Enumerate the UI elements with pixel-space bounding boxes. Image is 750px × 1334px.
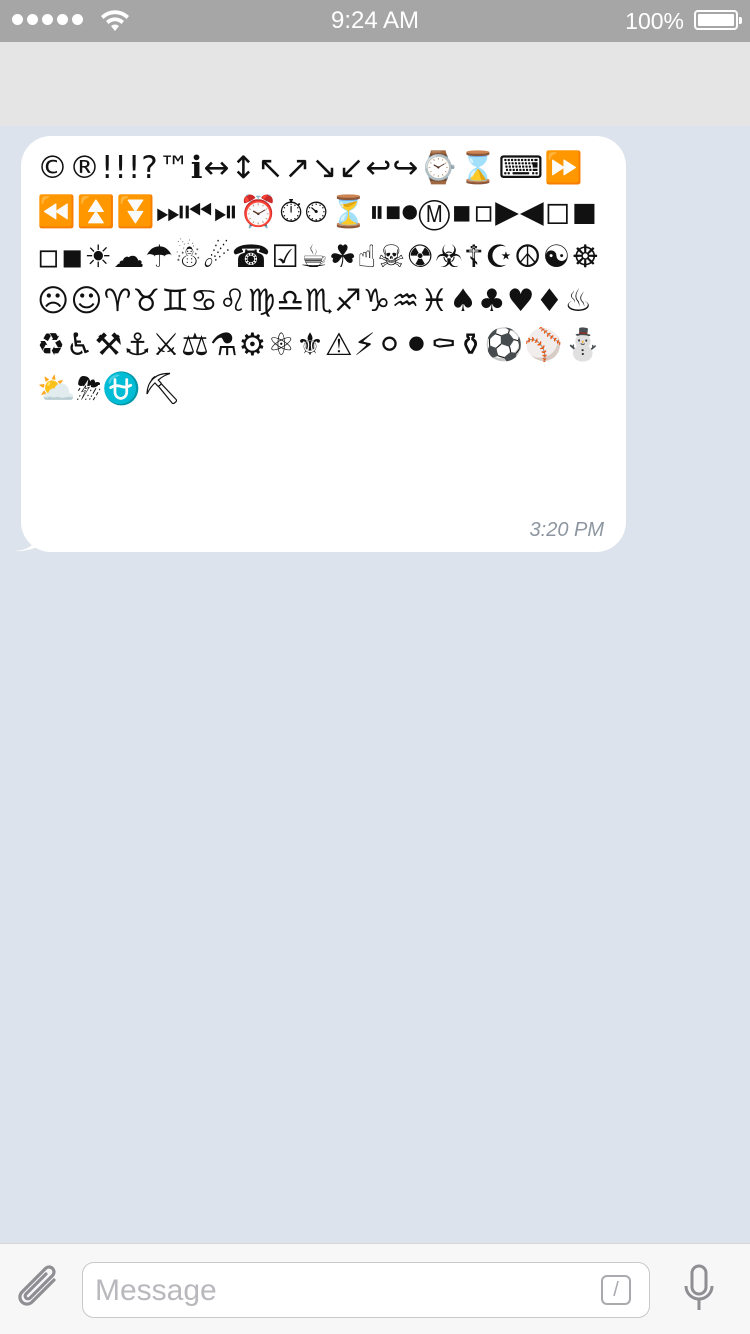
slash-command-icon[interactable]: / bbox=[601, 1275, 631, 1305]
paperclip-icon[interactable] bbox=[16, 1264, 64, 1316]
message-input[interactable] bbox=[93, 1267, 587, 1315]
message-input-bar: / bbox=[0, 1243, 750, 1334]
status-bar: 9:24 AM 100% bbox=[0, 0, 750, 42]
microphone-icon[interactable] bbox=[682, 1262, 716, 1318]
navigation-bar bbox=[0, 42, 750, 126]
message-text: ©®!!!?™ℹ↔↕↖↗↘↙↩↪⌚⌛⌨⏩⏪⏫⏬⏭⏮⏯⏰⏱⏲⏳⏸⏹⏺Ⓜ▪▫▶◀◻◼… bbox=[37, 150, 604, 408]
message-field[interactable]: / bbox=[82, 1262, 650, 1318]
message-bubble[interactable]: ©®!!!?™ℹ↔↕↖↗↘↙↩↪⌚⌛⌨⏩⏪⏫⏬⏭⏮⏯⏰⏱⏲⏳⏸⏹⏺Ⓜ▪▫▶◀◻◼… bbox=[21, 136, 626, 552]
battery-percent: 100% bbox=[625, 8, 684, 34]
battery-icon bbox=[694, 10, 742, 30]
message-timestamp: 3:20 PM bbox=[529, 519, 604, 541]
